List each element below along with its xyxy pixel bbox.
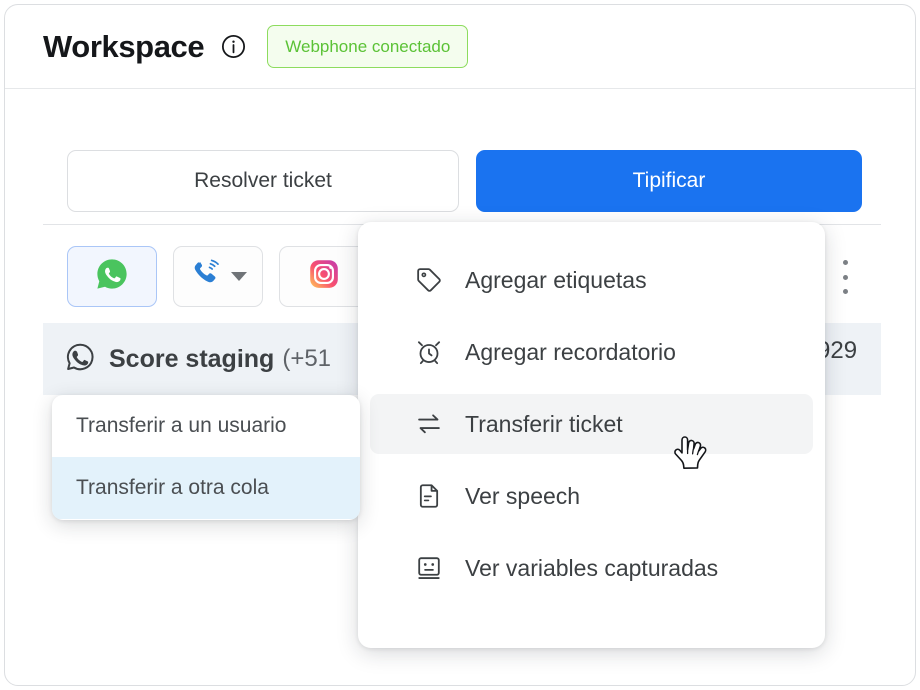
face-square-icon <box>415 554 443 582</box>
contact-phone-tail: 929 <box>817 337 858 364</box>
instagram-icon <box>307 257 341 296</box>
menu-item-label: Agregar etiquetas <box>465 266 647 293</box>
ticket-actions: Resolver ticket Tipificar <box>67 150 862 212</box>
channel-chip-instagram[interactable] <box>279 246 369 307</box>
menu-item-ver-speech[interactable]: Ver speech <box>370 466 813 526</box>
menu-item-label: Ver speech <box>465 482 581 509</box>
menu-item-ver-variables-capturadas[interactable]: Ver variables capturadas <box>370 538 813 598</box>
menu-item-label: Ver variables capturadas <box>465 554 719 581</box>
contact-phone: (+51 <box>282 345 332 372</box>
ticket-options-dropdown: Agregar etiquetas Agregar recordatorio T… <box>358 222 825 648</box>
whatsapp-icon <box>94 256 130 297</box>
transfer-submenu: Transferir a un usuario Transferir a otr… <box>52 395 360 520</box>
menu-item-agregar-etiquetas[interactable]: Agregar etiquetas <box>370 250 813 310</box>
menu-item-agregar-recordatorio[interactable]: Agregar recordatorio <box>370 322 813 382</box>
tipificar-button[interactable]: Tipificar <box>476 150 862 212</box>
resolve-ticket-button[interactable]: Resolver ticket <box>67 150 459 212</box>
document-icon <box>415 482 443 510</box>
page-title: Workspace <box>43 29 205 64</box>
page-header: Workspace Webphone conectado <box>5 5 915 89</box>
transfer-arrows-icon <box>415 410 443 438</box>
chevron-down-icon[interactable] <box>231 272 247 281</box>
contact-name: Score staging <box>109 344 275 373</box>
kebab-vertical-icon[interactable] <box>834 257 856 297</box>
channel-chip-call[interactable] <box>173 246 263 307</box>
channel-selector <box>67 246 369 307</box>
status-badge-webphone: Webphone conectado <box>267 25 469 68</box>
submenu-item-transferir-a-un-usuario[interactable]: Transferir a un usuario <box>52 395 360 457</box>
phone-ringing-icon <box>189 257 223 296</box>
info-circle-icon[interactable] <box>221 34 246 59</box>
kebab-dot <box>842 260 848 265</box>
submenu-item-transferir-a-otra-cola[interactable]: Transferir a otra cola <box>52 457 360 519</box>
app-root: Workspace Webphone conectado Resolver ti… <box>0 0 920 690</box>
alarm-clock-icon <box>415 338 443 366</box>
workspace-card: Workspace Webphone conectado Resolver ti… <box>4 4 916 686</box>
tag-icon <box>415 266 443 294</box>
menu-item-label: Transferir ticket <box>465 410 623 437</box>
kebab-dot <box>842 274 848 280</box>
kebab-dot <box>842 289 848 294</box>
menu-item-label: Agregar recordatorio <box>465 338 676 365</box>
menu-item-transferir-ticket[interactable]: Transferir ticket <box>370 394 813 454</box>
channel-chip-whatsapp[interactable] <box>67 246 157 307</box>
whatsapp-outline-icon <box>65 342 95 377</box>
